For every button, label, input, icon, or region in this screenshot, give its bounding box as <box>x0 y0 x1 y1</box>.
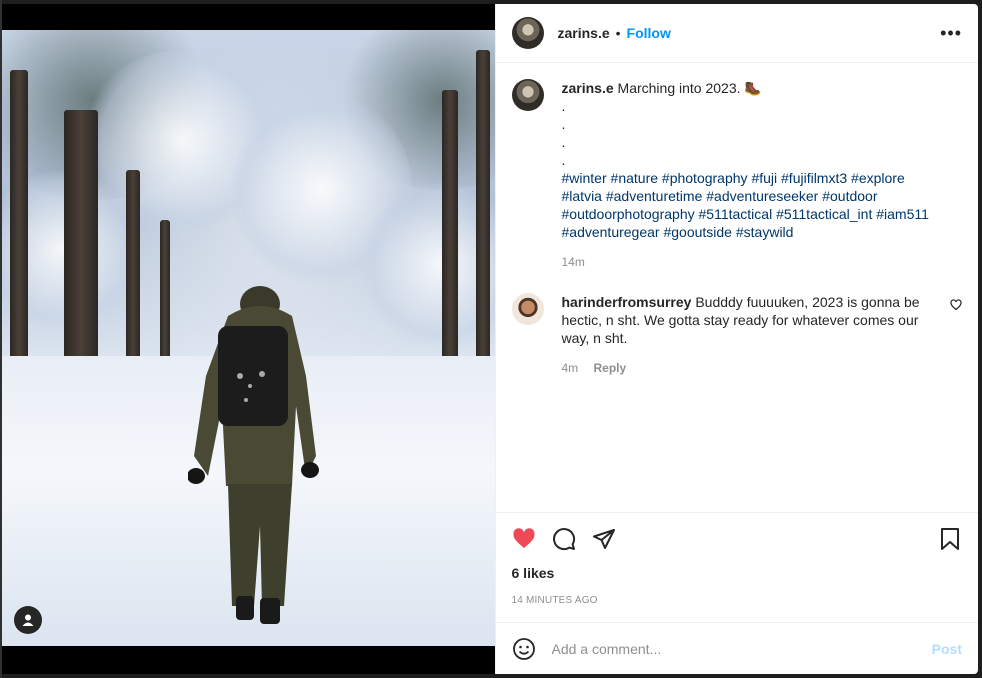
hashtag-link[interactable]: #winter <box>562 170 607 186</box>
caption-dot: . <box>561 134 566 150</box>
bookmark-icon[interactable] <box>938 527 962 551</box>
emoji-icon[interactable] <box>512 637 536 661</box>
post-side-panel: zarins.e • Follow ••• zarins.e Marching … <box>494 4 979 674</box>
caption-dot: . <box>561 98 566 114</box>
hashtag-link[interactable]: #photography <box>662 170 748 186</box>
hashtag-line: #latvia #adventuretime #adventureseeker … <box>562 187 963 205</box>
hashtags: #winter #nature #photography #fuji #fuji… <box>562 169 963 241</box>
add-comment-bar: Post <box>495 622 978 674</box>
action-bar: 6 likes 14 MINUTES AGO <box>495 512 978 622</box>
hashtag-link[interactable]: #fujifilmxt3 <box>781 170 847 186</box>
commenter-username[interactable]: harinderfromsurrey <box>562 294 692 310</box>
comments-section: zarins.e Marching into 2023. 🥾 . . . . #… <box>496 63 979 512</box>
hashtag-link[interactable]: #outdoor <box>822 188 877 204</box>
hashtag-link[interactable]: #latvia <box>562 188 602 204</box>
post-dialog: zarins.e • Follow ••• zarins.e Marching … <box>2 4 978 674</box>
snowy-forest-image <box>2 30 495 646</box>
comment-like-icon[interactable] <box>950 299 962 311</box>
hashtag-link[interactable]: #nature <box>611 170 658 186</box>
hashtag-line: #adventuregear #gooutside #staywild <box>562 223 963 241</box>
author-username[interactable]: zarins.e <box>558 25 610 41</box>
likes-count[interactable]: 6 likes <box>512 565 963 581</box>
comment-row: harinderfromsurrey Budddy fuuuuken, 2023… <box>511 293 963 377</box>
author-avatar[interactable] <box>511 17 544 49</box>
caption-dot: . <box>561 116 566 132</box>
comment-input[interactable] <box>549 639 932 658</box>
caption-row: zarins.e Marching into 2023. 🥾 . . . . #… <box>511 79 963 271</box>
hashtag-link[interactable]: #adventuregear <box>562 224 660 240</box>
reply-button[interactable]: Reply <box>594 361 627 375</box>
hashtag-line: #outdoorphotography #511tactical #511tac… <box>562 205 963 223</box>
caption-time: 14m <box>561 255 585 269</box>
hashtag-link[interactable]: #fuji <box>751 170 777 186</box>
post-comment-button[interactable]: Post <box>932 641 962 657</box>
hashtag-link[interactable]: #gooutside <box>663 224 732 240</box>
follow-button[interactable]: Follow <box>627 25 671 41</box>
hiker-figure <box>188 286 319 624</box>
hashtag-link[interactable]: #adventureseeker <box>706 188 818 204</box>
hashtag-link[interactable]: #511tactical_int <box>776 206 872 222</box>
separator-dot: • <box>615 25 621 41</box>
tagged-user-icon[interactable] <box>14 606 42 634</box>
comment-time: 4m <box>561 361 579 375</box>
hashtag-link[interactable]: #staywild <box>736 224 794 240</box>
hashtag-line: #winter #nature #photography #fuji #fuji… <box>562 169 963 187</box>
hashtag-link[interactable]: #outdoorphotography <box>562 206 695 222</box>
comment-meta: 4m Reply <box>562 359 933 377</box>
caption-username[interactable]: zarins.e <box>562 80 614 96</box>
share-icon[interactable] <box>592 527 616 551</box>
hashtag-link[interactable]: #511tactical <box>699 206 773 222</box>
like-heart-icon[interactable] <box>512 527 536 551</box>
caption-text: Marching into 2023. 🥾 <box>617 80 762 96</box>
hashtag-link[interactable]: #iam511 <box>876 206 929 222</box>
hashtag-link[interactable]: #explore <box>851 170 905 186</box>
post-timestamp: 14 MINUTES AGO <box>511 595 598 606</box>
post-photo[interactable] <box>2 4 495 674</box>
commenter-avatar[interactable] <box>511 293 544 325</box>
post-header: zarins.e • Follow ••• <box>495 4 978 63</box>
author-avatar-caption[interactable] <box>511 79 544 111</box>
more-options-icon[interactable]: ••• <box>940 23 962 44</box>
caption-dot: . <box>561 152 566 168</box>
comment-icon[interactable] <box>552 527 576 551</box>
hashtag-link[interactable]: #adventuretime <box>606 188 703 204</box>
